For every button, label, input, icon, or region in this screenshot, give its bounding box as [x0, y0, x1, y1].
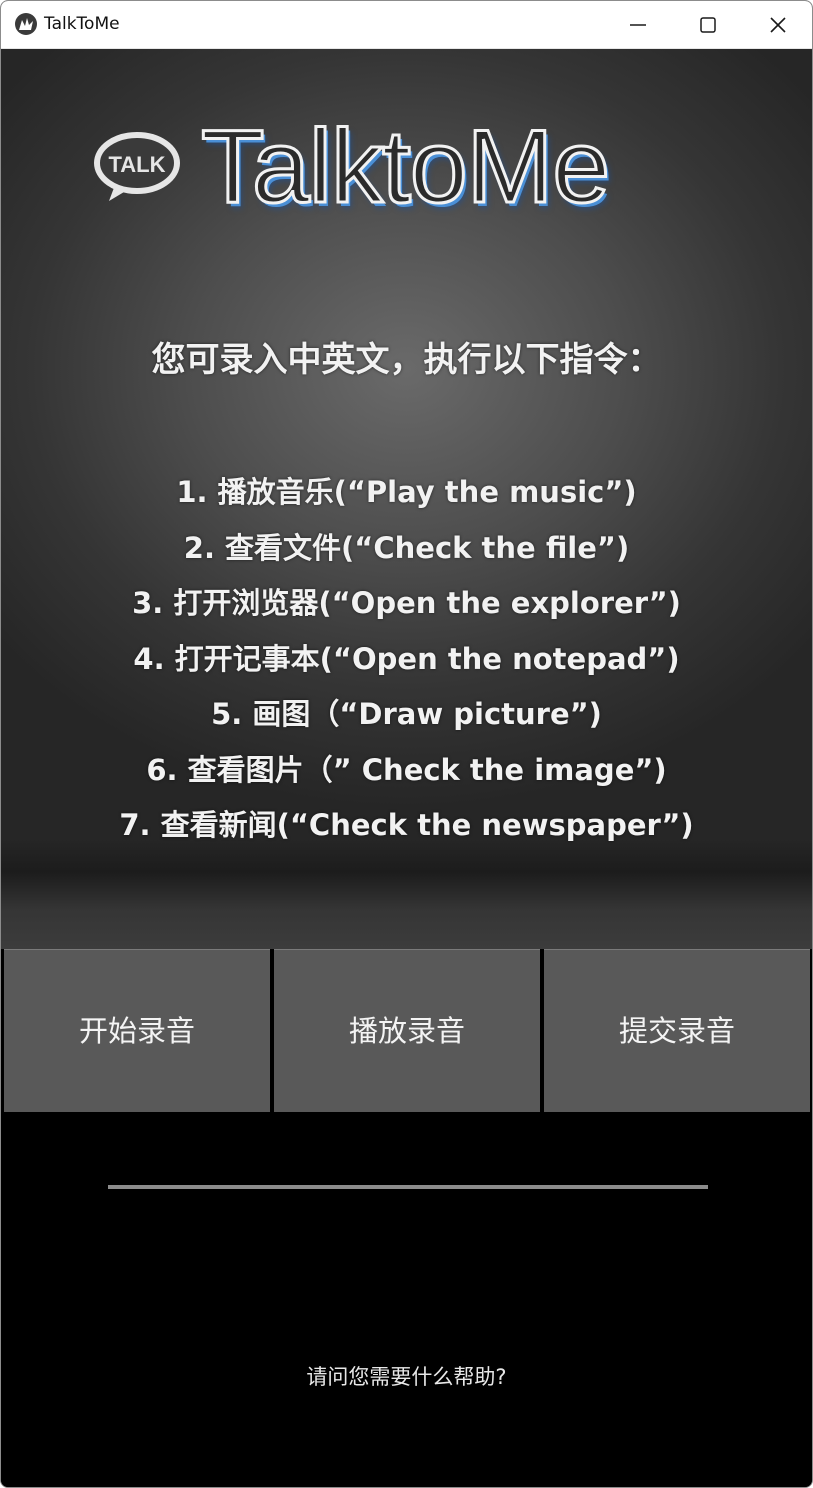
title-bar[interactable]: TalkToMe [1, 1, 812, 49]
command-item: 4. 打开记事本(“Open the notepad”) [133, 641, 680, 676]
command-item: 2. 查看文件(“Check the file”) [183, 530, 630, 565]
command-list: 1. 播放音乐(“Play the music”) 2. 查看文件(“Check… [1, 465, 812, 854]
maximize-button[interactable] [673, 1, 743, 48]
app-window: TalkToMe TALK TalktoMe 您可录入中英文，执行以下指令： 1… [0, 0, 813, 1488]
close-button[interactable] [743, 1, 812, 48]
talk-bubble-icon: TALK [94, 132, 180, 201]
command-item: 3. 打开浏览器(“Open the explorer”) [132, 586, 681, 620]
minimize-icon [630, 24, 646, 26]
submit-recording-button[interactable]: 提交录音 [544, 949, 810, 1112]
command-item: 7. 查看新闻(“Check the newspaper”) [119, 808, 694, 842]
command-item: 5. 画图（“Draw picture”) [211, 697, 602, 731]
panel-floor-shading [1, 839, 812, 949]
kivy-app-icon [15, 13, 37, 35]
logo-badge-text: TALK [108, 152, 165, 177]
instructions-intro: 您可录入中英文，执行以下指令： [151, 340, 662, 380]
app-content: TALK TalktoMe 您可录入中英文，执行以下指令： 1. 播放音乐(“P… [1, 49, 812, 1487]
action-button-row: 开始录音 播放录音 提交录音 [1, 949, 812, 1113]
app-logo-title: TalktoMe [199, 108, 611, 227]
start-recording-button[interactable]: 开始录音 [4, 949, 270, 1112]
progress-bar [108, 1185, 708, 1189]
play-recording-button[interactable]: 播放录音 [274, 949, 540, 1112]
minimize-button[interactable] [603, 1, 673, 48]
window-title: TalkToMe [44, 14, 120, 34]
close-icon [770, 17, 786, 33]
maximize-icon [700, 17, 716, 33]
command-item: 6. 查看图片（” Check the image”) [146, 752, 667, 787]
command-item: 1. 播放音乐(“Play the music”) [176, 475, 637, 509]
instruction-panel: TALK TalktoMe 您可录入中英文，执行以下指令： 1. 播放音乐(“P… [1, 49, 812, 949]
status-message: 请问您需要什么帮助? [306, 1365, 507, 1389]
